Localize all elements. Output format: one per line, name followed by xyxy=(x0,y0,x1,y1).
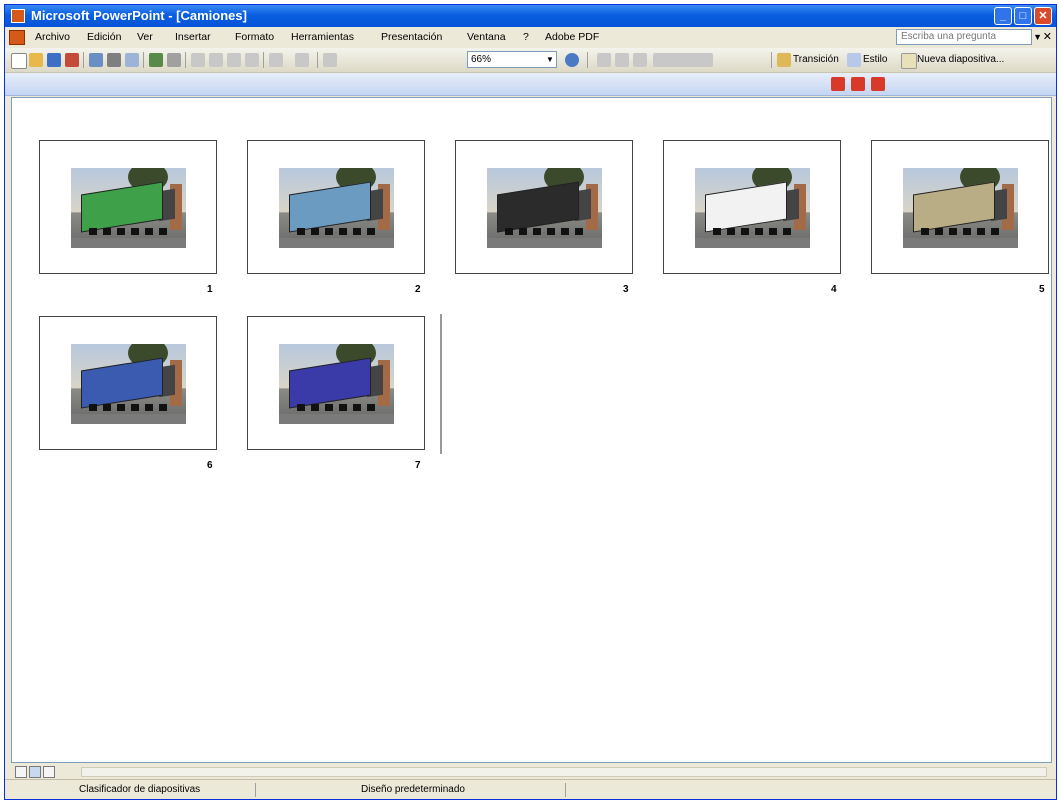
ask-question-field[interactable]: Escriba una pregunta xyxy=(896,29,1032,45)
close-button[interactable]: ✕ xyxy=(1034,7,1052,25)
copy-icon[interactable] xyxy=(209,53,223,67)
slide-thumbnail[interactable] xyxy=(455,140,633,274)
style-button[interactable]: Estilo xyxy=(863,48,887,72)
pdf-convert-icon[interactable] xyxy=(831,77,845,91)
truck-photo xyxy=(71,168,186,248)
email-icon[interactable] xyxy=(89,53,103,67)
zoom-dropdown-icon[interactable]: ▼ xyxy=(544,52,556,67)
redo-icon[interactable] xyxy=(295,53,309,67)
menu-ventana[interactable]: Ventana xyxy=(467,27,506,48)
slide-thumbnail[interactable] xyxy=(39,316,217,450)
slide-sorter: 1 2 3 4 5 6 7 xyxy=(11,97,1052,763)
status-design: Diseño predeterminado xyxy=(361,784,465,795)
status-bar: Clasificador de diapositivas Diseño pred… xyxy=(5,779,1056,799)
standard-toolbar: 66% ▼ Transición Estilo Nueva diapositiv… xyxy=(5,48,1056,73)
slide-number: 5 xyxy=(1039,284,1045,295)
color-grayscale-icon[interactable] xyxy=(597,53,611,67)
normal-view-button[interactable] xyxy=(15,766,27,778)
powerpoint-window: Microsoft PowerPoint - [Camiones] _ □ ✕ … xyxy=(4,4,1057,800)
print-preview-icon[interactable] xyxy=(125,53,139,67)
slide-thumbnail[interactable] xyxy=(663,140,841,274)
truck-photo xyxy=(279,344,394,424)
insertion-marker xyxy=(440,314,442,454)
slide-thumbnail[interactable] xyxy=(39,140,217,274)
hide-slide-icon[interactable] xyxy=(615,53,629,67)
slide-sorter-view-button[interactable] xyxy=(29,766,41,778)
transition-icon[interactable] xyxy=(777,53,791,67)
save-icon[interactable] xyxy=(47,53,61,67)
format-painter-icon[interactable] xyxy=(245,53,259,67)
truck-photo xyxy=(695,168,810,248)
style-icon[interactable] xyxy=(847,53,861,67)
permission-icon[interactable] xyxy=(65,53,79,67)
menu-adobe-pdf[interactable]: Adobe PDF xyxy=(545,27,599,48)
maximize-button[interactable]: □ xyxy=(1014,7,1032,25)
status-view: Clasificador de diapositivas xyxy=(79,784,201,795)
transition-button[interactable]: Transición xyxy=(793,48,839,72)
cut-icon[interactable] xyxy=(191,53,205,67)
menu-insertar[interactable]: Insertar xyxy=(175,27,211,48)
zoom-value: 66% xyxy=(471,54,492,65)
table-icon[interactable] xyxy=(323,53,337,67)
spelling-icon[interactable] xyxy=(149,53,163,67)
slide-thumbnail[interactable] xyxy=(247,140,425,274)
research-icon[interactable] xyxy=(167,53,181,67)
print-icon[interactable] xyxy=(107,53,121,67)
slide-number: 2 xyxy=(415,284,421,295)
pdf-email-icon[interactable] xyxy=(851,77,865,91)
truck-photo xyxy=(279,168,394,248)
minimize-button[interactable]: _ xyxy=(994,7,1012,25)
truck-photo xyxy=(487,168,602,248)
window-title: Microsoft PowerPoint - [Camiones] xyxy=(31,8,247,23)
help-icon[interactable] xyxy=(565,53,579,67)
menu-formato[interactable]: Formato xyxy=(235,27,274,48)
new-slide-button[interactable]: Nueva diapositiva... xyxy=(917,48,1004,72)
document-icon[interactable] xyxy=(9,30,25,45)
new-slide-icon[interactable] xyxy=(901,53,917,69)
slide-thumbnail[interactable] xyxy=(247,316,425,450)
slide-number: 1 xyxy=(207,284,213,295)
slide-number: 4 xyxy=(831,284,837,295)
menu-herramientas[interactable]: Herramientas xyxy=(291,27,354,48)
menu-ayuda[interactable]: ? xyxy=(523,27,529,48)
menu-bar: Archivo Edición Ver Insertar Formato Her… xyxy=(5,27,1056,48)
truck-photo xyxy=(71,344,186,424)
slideshow-view-button[interactable] xyxy=(43,766,55,778)
slide-number: 7 xyxy=(415,460,421,471)
summary-slide-icon[interactable] xyxy=(653,53,713,67)
slide-thumbnail[interactable] xyxy=(871,140,1049,274)
new-icon[interactable] xyxy=(11,53,27,69)
menu-edicion[interactable]: Edición xyxy=(87,27,121,48)
slide-number: 6 xyxy=(207,460,213,471)
menu-presentacion[interactable]: Presentación xyxy=(381,27,442,48)
zoom-select[interactable]: 66% ▼ xyxy=(467,51,557,68)
powerpoint-app-icon[interactable] xyxy=(11,9,25,23)
ask-dropdown-icon[interactable]: ▼ xyxy=(1033,27,1042,48)
menu-archivo[interactable]: Archivo xyxy=(35,27,70,48)
pdf-toolbar xyxy=(5,73,1056,96)
rehearse-timings-icon[interactable] xyxy=(633,53,647,67)
view-bar xyxy=(11,765,1052,779)
slide-number: 3 xyxy=(623,284,629,295)
horizontal-scrollbar[interactable] xyxy=(81,767,1047,777)
paste-icon[interactable] xyxy=(227,53,241,67)
title-bar[interactable]: Microsoft PowerPoint - [Camiones] _ □ ✕ xyxy=(5,5,1056,27)
menu-ver[interactable]: Ver xyxy=(137,27,153,48)
undo-icon[interactable] xyxy=(269,53,283,67)
close-document-icon[interactable]: ✕ xyxy=(1043,27,1052,48)
open-icon[interactable] xyxy=(29,53,43,67)
pdf-review-icon[interactable] xyxy=(871,77,885,91)
truck-photo xyxy=(903,168,1018,248)
